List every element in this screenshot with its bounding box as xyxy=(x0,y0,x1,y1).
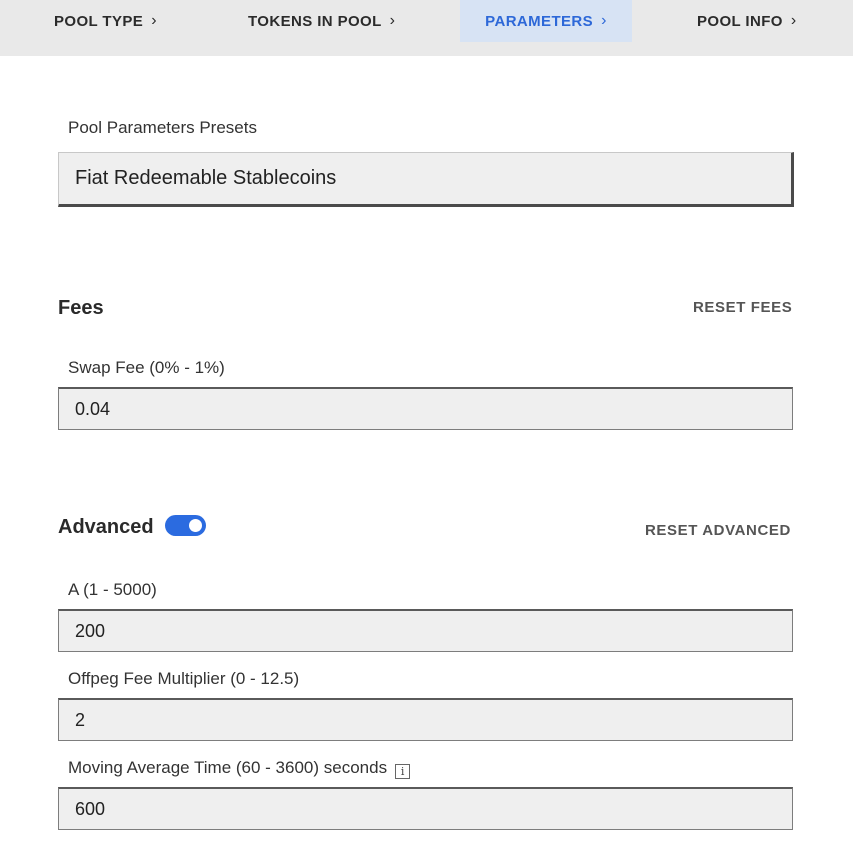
offpeg-input[interactable]: 2 xyxy=(58,698,793,741)
chevron-right-icon: › xyxy=(151,12,157,29)
presets-select-value: Fiat Redeemable Stablecoins xyxy=(75,167,337,189)
tab-pool-info-label: POOL INFO xyxy=(697,12,783,30)
reset-fees-button[interactable]: RESET FEES xyxy=(693,299,792,316)
tab-parameters[interactable]: PARAMETERS › xyxy=(460,0,632,42)
reset-advanced-button[interactable]: RESET ADVANCED xyxy=(645,522,791,539)
moving-average-label-text: Moving Average Time (60 - 3600) seconds xyxy=(68,758,388,777)
tab-parameters-label: PARAMETERS xyxy=(485,12,594,30)
a-param-value: 200 xyxy=(75,620,106,641)
chevron-right-icon: › xyxy=(790,12,797,29)
a-param-input[interactable]: 200 xyxy=(58,609,793,652)
presets-label: Pool Parameters Presets xyxy=(68,118,257,137)
swap-fee-label: Swap Fee (0% - 1%) xyxy=(68,358,225,377)
offpeg-label: Offpeg Fee Multiplier (0 - 12.5) xyxy=(68,669,300,688)
info-icon[interactable]: i xyxy=(395,764,411,779)
tab-pool-info[interactable]: POOL INFO › xyxy=(697,0,797,42)
tab-tokens-in-pool-label: TOKENS IN POOL xyxy=(248,12,382,30)
swap-fee-value: 0.04 xyxy=(75,398,111,419)
moving-average-value: 600 xyxy=(75,798,106,819)
swap-fee-input[interactable]: 0.04 xyxy=(58,387,793,430)
toggle-knob xyxy=(189,519,202,532)
advanced-section-title: Advanced xyxy=(58,516,154,538)
tab-tokens-in-pool[interactable]: TOKENS IN POOL › xyxy=(248,0,395,42)
chevron-right-icon: › xyxy=(601,12,607,29)
moving-average-input[interactable]: 600 xyxy=(58,787,793,830)
offpeg-value: 2 xyxy=(75,709,86,730)
a-param-label: A (1 - 5000) xyxy=(68,580,157,599)
stepper-tab-bar: POOL TYPE › TOKENS IN POOL › PARAMETERS … xyxy=(0,0,853,56)
advanced-toggle[interactable] xyxy=(165,515,206,536)
chevron-right-icon: › xyxy=(389,12,396,29)
tab-pool-type[interactable]: POOL TYPE › xyxy=(54,0,157,42)
fees-section-title: Fees xyxy=(58,297,104,319)
moving-average-label: Moving Average Time (60 - 3600) seconds i xyxy=(68,758,411,779)
tab-pool-type-label: POOL TYPE xyxy=(54,12,144,30)
presets-select[interactable]: Fiat Redeemable Stablecoins xyxy=(58,152,794,207)
